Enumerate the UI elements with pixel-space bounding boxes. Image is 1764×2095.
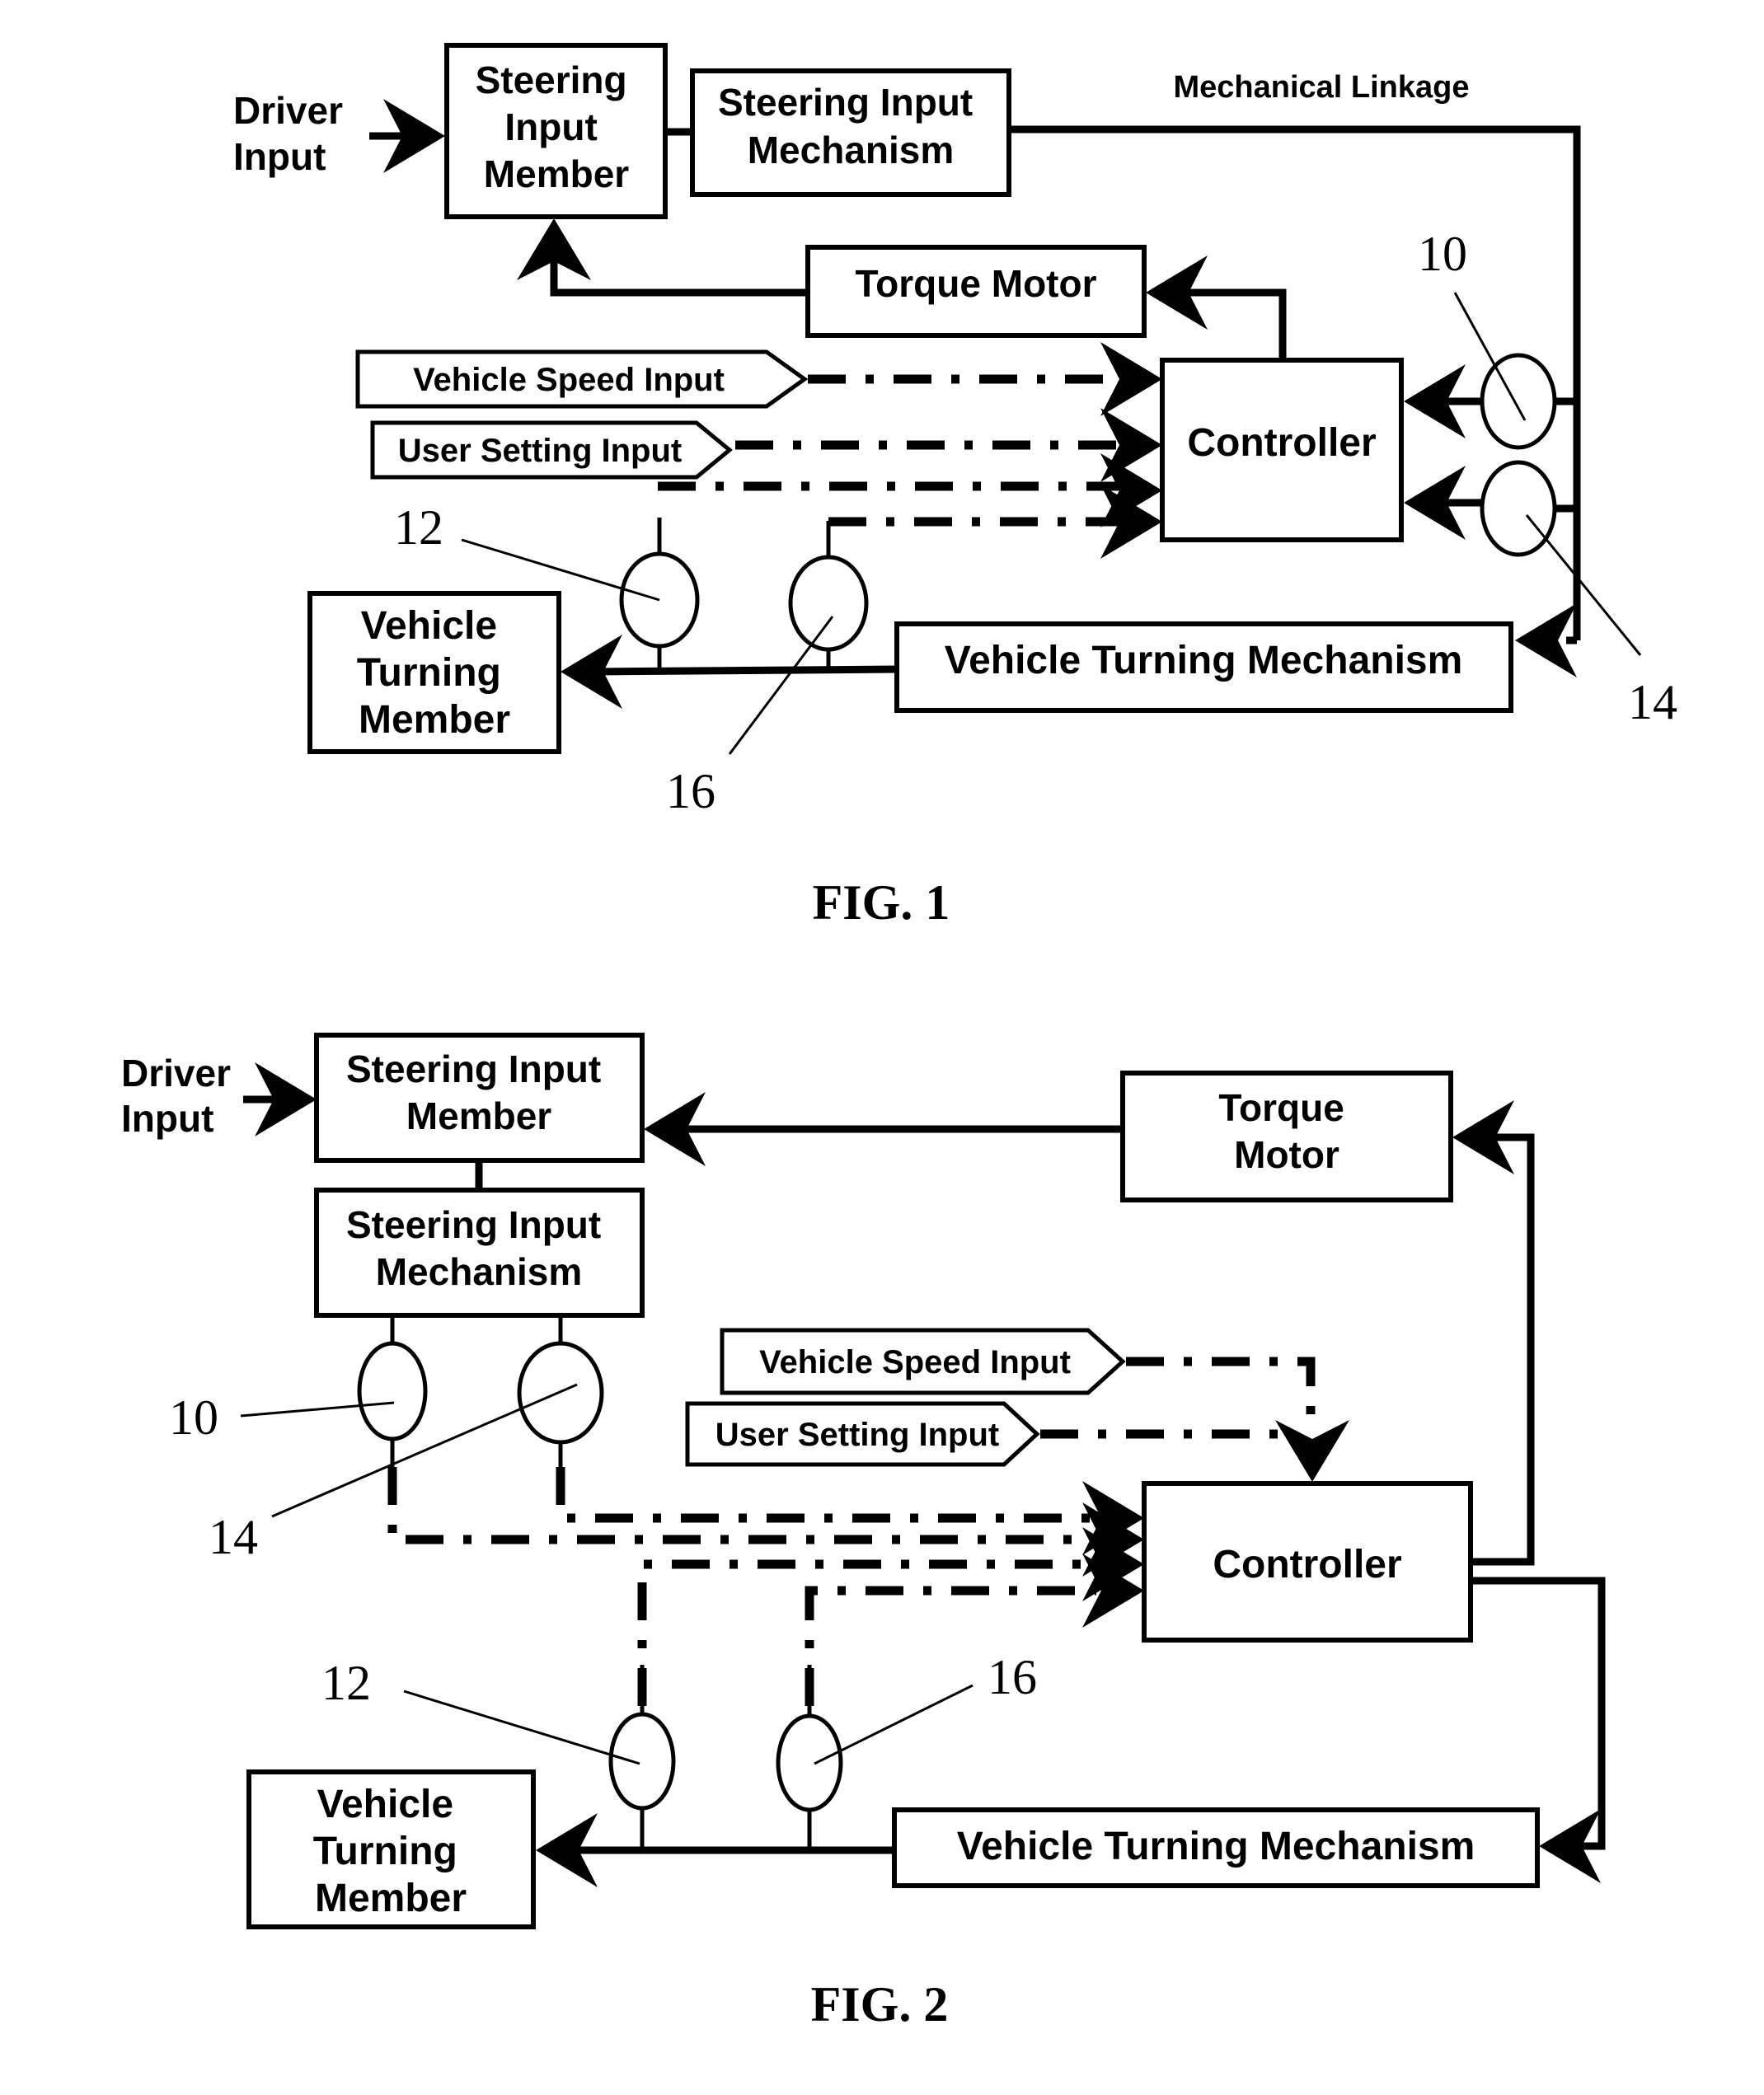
fig1-mechanical-linkage-label: Mechanical Linkage bbox=[1173, 70, 1469, 105]
patent-figures: Driver Input Steering Input Member Steer… bbox=[121, 43, 1677, 2032]
fig2-sensor-12 bbox=[608, 1712, 676, 1811]
fig2-steering-input-member-box: Steering Input Member bbox=[314, 1033, 645, 1163]
fig2-controller-box: Controller bbox=[1142, 1481, 1473, 1643]
fig1-ref-14: 14 bbox=[1628, 675, 1677, 729]
fig1-controller-box: Controller bbox=[1160, 358, 1404, 542]
fig1-vehicle-turning-mechanism-box: Vehicle Turning Mechanism bbox=[894, 621, 1513, 713]
figure-2: Driver Input Steering Input Member Steer… bbox=[121, 1033, 1606, 2032]
fig1-speed-arrowhead bbox=[1100, 342, 1162, 416]
fig2-ref-16: 16 bbox=[988, 1650, 1037, 1704]
fig2-sensor10-signal-line bbox=[387, 1467, 1096, 1544]
fig1-torque-motor-label: Torque Motor bbox=[856, 262, 1097, 305]
fig1-vehicle-speed-input-label: Vehicle Speed Input bbox=[413, 362, 725, 398]
fig1-sensor-10 bbox=[1480, 353, 1557, 450]
fig2-ref-16-leader bbox=[814, 1684, 973, 1765]
figure-1: Driver Input Steering Input Member Steer… bbox=[233, 43, 1677, 930]
fig2-vehicle-turning-member-box: Vehicle Turning Member bbox=[246, 1769, 536, 1929]
fig1-steering-input-member-box: Steering Input Member bbox=[444, 43, 668, 219]
fig1-torque-motor-box: Torque Motor bbox=[805, 245, 1147, 338]
fig1-sensor-14 bbox=[1480, 460, 1557, 557]
fig1-controller-label: Controller bbox=[1187, 421, 1376, 465]
fig1-driver-input-label: Driver Input bbox=[233, 89, 354, 178]
fig1-vehicle-turning-member-box: Vehicle Turning Member bbox=[307, 591, 561, 754]
fig2-speed-signal-line bbox=[1126, 1357, 1316, 1426]
fig2-sensor-10 bbox=[357, 1341, 428, 1441]
fig2-controller-label: Controller bbox=[1213, 1543, 1401, 1586]
fig1-vehicle-turning-member-label: Vehicle Turning Member bbox=[357, 604, 512, 742]
fig1-turning-output-line bbox=[593, 665, 898, 676]
fig2-ref-10: 10 bbox=[169, 1390, 218, 1445]
fig2-user-setting-input-tag: User Setting Input bbox=[685, 1401, 1040, 1467]
fig1-ref-10: 10 bbox=[1418, 227, 1467, 281]
fig2-controller-to-torque-line bbox=[1471, 1133, 1535, 1566]
fig1-ref-16-leader bbox=[728, 616, 834, 755]
fig2-sensor-16 bbox=[776, 1713, 843, 1812]
fig1-user-setting-input-tag: User Setting Input bbox=[370, 420, 733, 480]
fig2-ref-14: 14 bbox=[209, 1510, 258, 1564]
fig2-vehicle-turning-mechanism-label: Vehicle Turning Mechanism bbox=[957, 1825, 1475, 1868]
fig1-vehicle-turning-mechanism-label: Vehicle Turning Mechanism bbox=[945, 639, 1463, 682]
fig1-torque-to-member-line bbox=[550, 255, 808, 297]
fig2-vehicle-speed-input-tag: Vehicle Speed Input bbox=[720, 1328, 1126, 1395]
fig1-ref-12: 12 bbox=[394, 500, 443, 555]
fig2-user-setting-input-label: User Setting Input bbox=[715, 1417, 999, 1453]
fig2-vehicle-turning-member-label: Vehicle Turning Member bbox=[313, 1783, 468, 1920]
fig2-ref-12-leader bbox=[403, 1690, 640, 1765]
fig1-controller-to-torque-line bbox=[1179, 288, 1287, 360]
fig2-sensor14-signal-line bbox=[556, 1467, 1096, 1523]
fig1-sensor-16 bbox=[788, 555, 869, 652]
fig2-ref-12: 12 bbox=[321, 1656, 371, 1710]
fig2-steering-input-mechanism-box: Steering Input Mechanism bbox=[314, 1188, 645, 1318]
fig1-user-setting-input-label: User Setting Input bbox=[398, 433, 682, 469]
fig2-speed-user-arrowhead bbox=[1275, 1420, 1349, 1482]
fig2-caption: FIG. 2 bbox=[811, 1977, 949, 2032]
fig1-ref-16: 16 bbox=[666, 764, 715, 818]
fig1-steering-input-mechanism-box: Steering Input Mechanism bbox=[690, 68, 1011, 197]
fig2-torque-motor-box: Torque Motor bbox=[1120, 1071, 1453, 1202]
fig2-sensor16-signal-line bbox=[805, 1586, 1096, 1706]
fig2-driver-input-label: Driver Input bbox=[121, 1052, 242, 1140]
fig2-controller-to-mechanism-line bbox=[1471, 1577, 1606, 1850]
fig2-vehicle-turning-mechanism-box: Vehicle Turning Mechanism bbox=[892, 1807, 1540, 1888]
fig1-vehicle-speed-input-tag: Vehicle Speed Input bbox=[355, 349, 809, 409]
fig1-caption: FIG. 1 bbox=[813, 875, 950, 930]
fig2-vehicle-speed-input-label: Vehicle Speed Input bbox=[759, 1344, 1071, 1380]
